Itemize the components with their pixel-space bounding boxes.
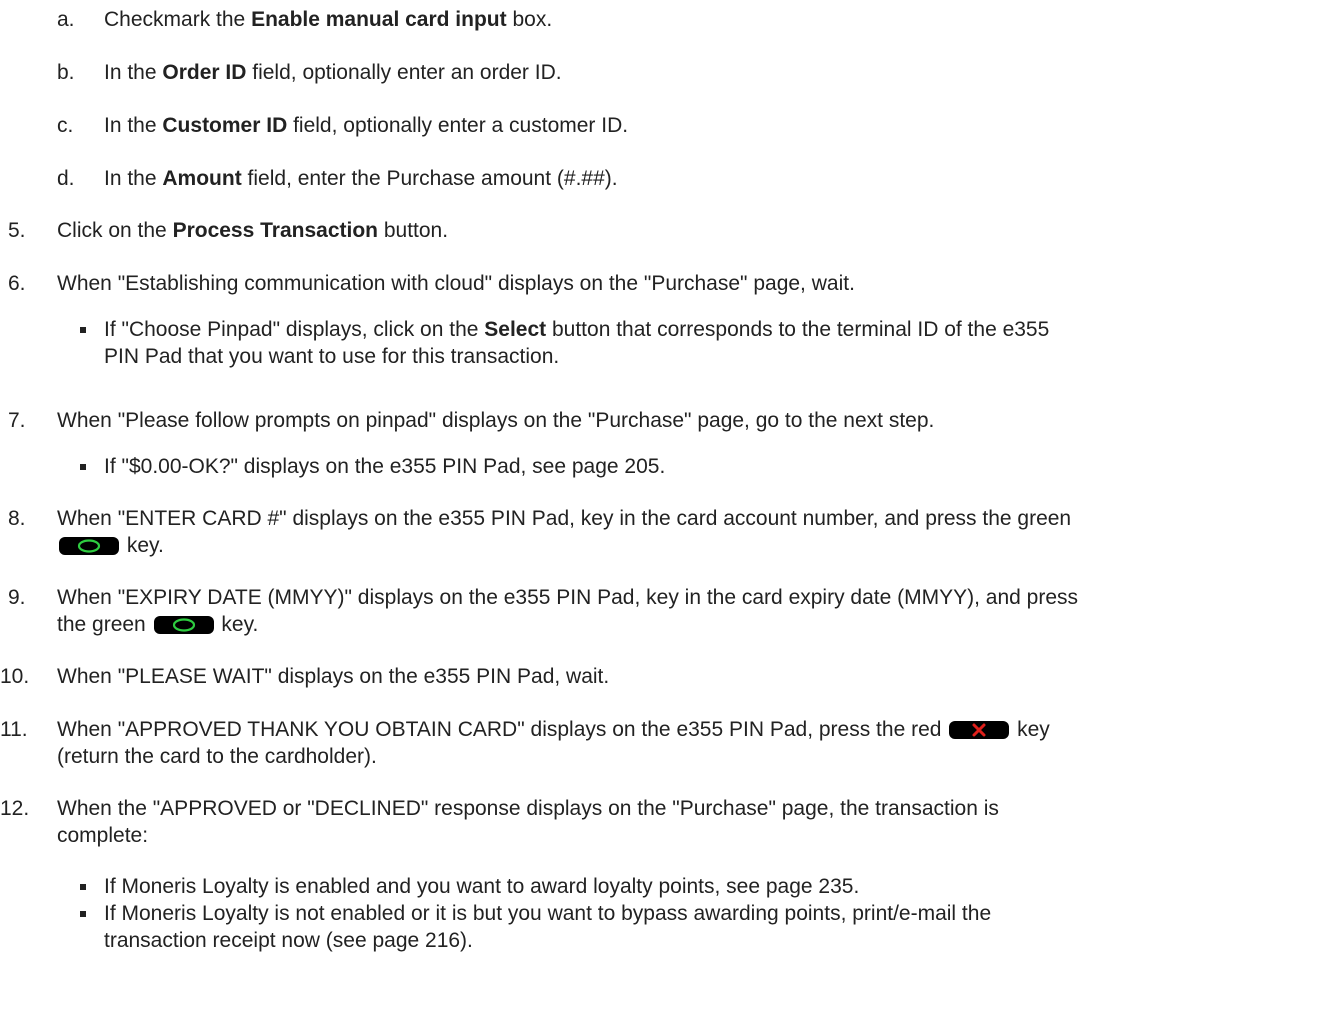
- green-ok-key-icon: [153, 616, 214, 634]
- step-marker: 9.: [8, 586, 26, 609]
- step-8-line2: key.: [57, 532, 164, 560]
- step-7-bullet: If "$0.00-OK?" displays on the e355 PIN …: [104, 455, 666, 478]
- substep-marker: b.: [57, 61, 75, 84]
- bold-term: Amount: [162, 167, 242, 190]
- bullet-square-icon: [80, 911, 86, 917]
- step-6: When "Establishing communication with cl…: [57, 272, 855, 295]
- step-marker: 5.: [8, 219, 26, 242]
- green-ok-key-icon: [59, 537, 119, 555]
- step-9-line2: the green key.: [57, 613, 259, 636]
- bullet-square-icon: [80, 327, 86, 333]
- step-marker: 6.: [8, 272, 26, 295]
- step-12-bullet-2-line2: transaction receipt now (see page 216).: [104, 929, 473, 952]
- step-marker: 8.: [8, 507, 26, 530]
- bullet-square-icon: [80, 464, 86, 470]
- document-page: a. Checkmark the Enable manual card inpu…: [0, 0, 1336, 1011]
- step-12-line1: When the "APPROVED or "DECLINED" respons…: [57, 797, 999, 820]
- step-6-bullet-line1: If "Choose Pinpad" displays, click on th…: [104, 318, 1050, 341]
- bold-term: Select: [484, 318, 547, 341]
- step-11-line2: (return the card to the cardholder).: [57, 745, 377, 768]
- substep-marker: a.: [57, 8, 75, 31]
- step-marker: 12.: [0, 797, 30, 820]
- bold-term: Process Transaction: [172, 219, 378, 242]
- step-10: When "PLEASE WAIT" displays on the e355 …: [57, 665, 610, 688]
- substep-marker: d.: [57, 167, 75, 190]
- substep-d: In the Amount field, enter the Purchase …: [104, 167, 618, 190]
- step-marker: 7.: [8, 409, 26, 432]
- step-12-line2: complete:: [57, 824, 149, 847]
- bullet-square-icon: [80, 884, 86, 890]
- substep-c: In the Customer ID field, optionally ent…: [104, 114, 629, 137]
- step-8-line1: When "ENTER CARD #" displays on the e355…: [57, 507, 1072, 530]
- red-cancel-key-icon: [949, 721, 1010, 739]
- step-marker: 10.: [0, 665, 30, 688]
- step-6-bullet-line2: PIN Pad that you want to use for this tr…: [104, 345, 560, 368]
- step-11-line1: When "APPROVED THANK YOU OBTAIN CARD" di…: [57, 718, 1050, 741]
- step-7: When "Please follow prompts on pinpad" d…: [57, 409, 935, 432]
- substep-a: Checkmark the Enable manual card input b…: [104, 8, 553, 31]
- substep-b: In the Order ID field, optionally enter …: [104, 61, 562, 84]
- step-12-bullet-1: If Moneris Loyalty is enabled and you wa…: [104, 875, 860, 898]
- step-12-bullet-2-line1: If Moneris Loyalty is not enabled or it …: [104, 902, 992, 925]
- bold-term: Order ID: [162, 61, 247, 84]
- step-9-line1: When "EXPIRY DATE (MMYY)" displays on th…: [57, 586, 1079, 609]
- step-marker: 11.: [0, 718, 28, 741]
- bold-term: Customer ID: [162, 114, 288, 137]
- step-5: Click on the Process Transaction button.: [57, 219, 449, 242]
- bold-term: Enable manual card input: [251, 8, 507, 31]
- substep-marker: c.: [57, 114, 74, 137]
